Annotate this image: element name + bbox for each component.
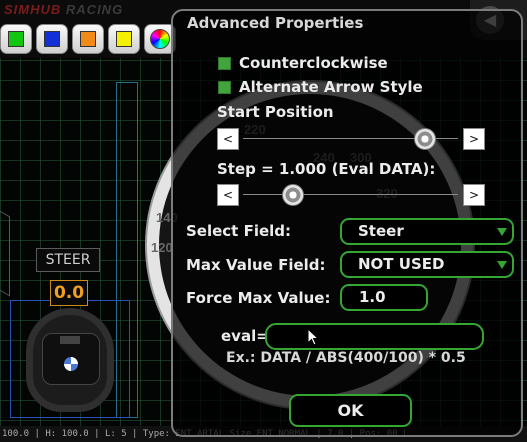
eval-input[interactable]	[265, 323, 484, 350]
counterclockwise-label: Counterclockwise	[239, 54, 388, 72]
alternate-arrow-style-checkbox[interactable]: Alternate Arrow Style	[218, 78, 423, 96]
blue-swatch	[44, 31, 60, 47]
step-increment-button[interactable]: >	[463, 184, 485, 206]
select-field-label: Select Field:	[186, 222, 292, 240]
color-button-green[interactable]	[0, 24, 32, 54]
select-field-dropdown[interactable]: Steer	[340, 218, 514, 245]
dropdown-arrow-icon	[497, 261, 507, 269]
start-position-slider[interactable]: < >	[217, 128, 485, 150]
max-value-field-dropdown[interactable]: NOT USED	[340, 251, 514, 278]
slider-handle[interactable]	[281, 184, 304, 206]
steer-label: STEER	[36, 248, 100, 272]
color-button-orange[interactable]	[72, 24, 104, 54]
brand-logo-accent: RACING	[65, 2, 124, 17]
dropdown-arrow-icon	[497, 228, 507, 236]
yellow-swatch	[116, 31, 132, 47]
checkbox-checked-icon	[218, 56, 231, 70]
color-button-yellow[interactable]	[108, 24, 140, 54]
slider-track	[243, 194, 458, 195]
orange-swatch	[80, 31, 96, 47]
color-button-blue[interactable]	[36, 24, 68, 54]
eval-example-hint: Ex.: DATA / ABS(400/100) * 0.5	[226, 350, 466, 366]
gauge-tick-label: 120	[151, 240, 173, 255]
start-position-increment-button[interactable]: >	[463, 128, 485, 150]
widget-shape	[0, 193, 10, 297]
mouse-cursor-icon	[307, 328, 319, 346]
steering-wheel-display	[60, 336, 80, 344]
brand-logo: SIMHUB RACING	[0, 2, 170, 22]
eval-label: eval=	[221, 327, 269, 345]
ok-button[interactable]: OK	[289, 394, 412, 427]
start-position-decrement-button[interactable]: <	[217, 128, 239, 150]
slider-handle[interactable]	[413, 128, 436, 150]
start-position-label: Start Position	[217, 103, 334, 121]
color-wheel-icon	[150, 29, 170, 49]
step-label: Step = 1.000 (Eval DATA):	[217, 160, 436, 178]
max-value-field-label: Max Value Field:	[186, 256, 326, 274]
color-toolbar	[0, 24, 176, 54]
alternate-arrow-style-label: Alternate Arrow Style	[239, 78, 423, 96]
brand-logo-text: SIMHUB	[4, 2, 62, 17]
counterclockwise-checkbox[interactable]: Counterclockwise	[218, 54, 388, 72]
select-field-value: Steer	[358, 222, 404, 240]
force-max-value-label: Force Max Value:	[186, 289, 331, 307]
force-max-value-input[interactable]: 1.0	[340, 284, 428, 311]
dialog-title: Advanced Properties	[187, 14, 364, 32]
checkbox-checked-icon	[218, 80, 231, 94]
bmw-logo-icon	[64, 357, 78, 371]
step-decrement-button[interactable]: <	[217, 184, 239, 206]
steer-value: 0.0	[50, 280, 88, 306]
green-swatch	[8, 31, 24, 47]
step-slider[interactable]: < >	[217, 184, 485, 206]
max-value-field-value: NOT USED	[358, 255, 445, 273]
